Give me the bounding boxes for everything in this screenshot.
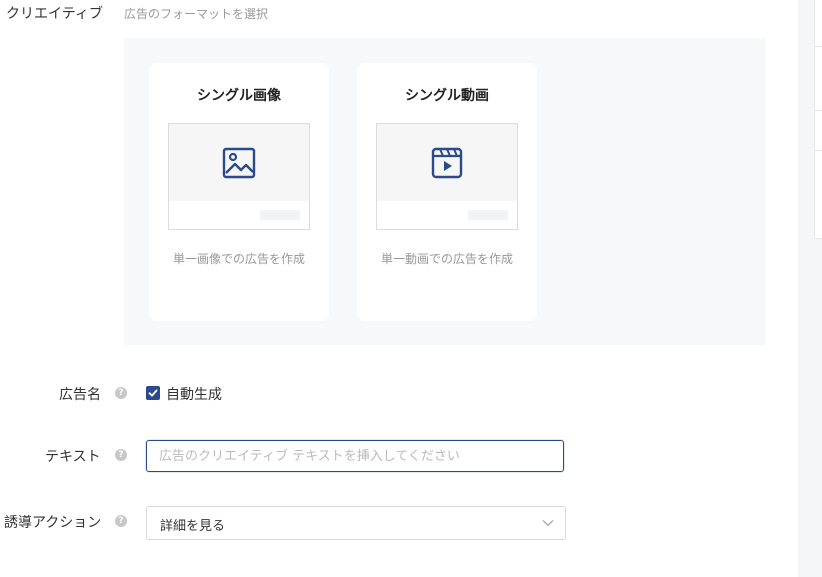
rail-divider [814,46,822,47]
rail-divider [814,110,822,111]
auto-generate-label[interactable]: 自動生成 [166,384,222,404]
format-preview [168,123,310,230]
chevron-down-icon [542,520,554,527]
preview-button-placeholder [260,210,300,220]
checkmark-icon [148,389,158,397]
video-icon [431,147,463,179]
help-icon[interactable]: ? [115,449,127,461]
auto-generate-checkbox[interactable] [146,386,160,400]
format-card-single-video[interactable]: シングル動画 単一動画での広告を作成 [357,63,537,321]
format-title: シングル動画 [405,88,489,104]
format-card-single-image[interactable]: シングル画像 単一画像での広告を作成 [149,63,329,321]
format-preview [376,123,518,230]
help-icon[interactable]: ? [115,387,127,399]
format-title: シングル画像 [197,88,281,104]
preview-button-placeholder [468,210,508,220]
cta-selected-value: 詳細を見る [160,519,226,534]
format-description: 単一動画での広告を作成 [380,252,513,266]
format-description: 単一画像での広告を作成 [172,252,305,266]
help-icon[interactable]: ? [115,515,127,527]
text-label: テキスト [45,449,101,465]
creative-hint: 広告のフォーマットを選択 [124,7,269,21]
ad-name-label: 広告名 [59,387,101,403]
image-icon [222,147,256,179]
right-rail-card [814,0,822,239]
format-panel: シングル画像 単一画像での広告を作成 シングル動画 単一動画での広告を作成 [124,38,766,345]
creative-label: クリエイティブ [6,6,103,22]
rail-divider [814,150,822,151]
cta-label: 誘導アクション [4,515,102,531]
creative-text-input[interactable] [146,440,564,472]
cta-select[interactable]: 詳細を見る [146,506,566,540]
